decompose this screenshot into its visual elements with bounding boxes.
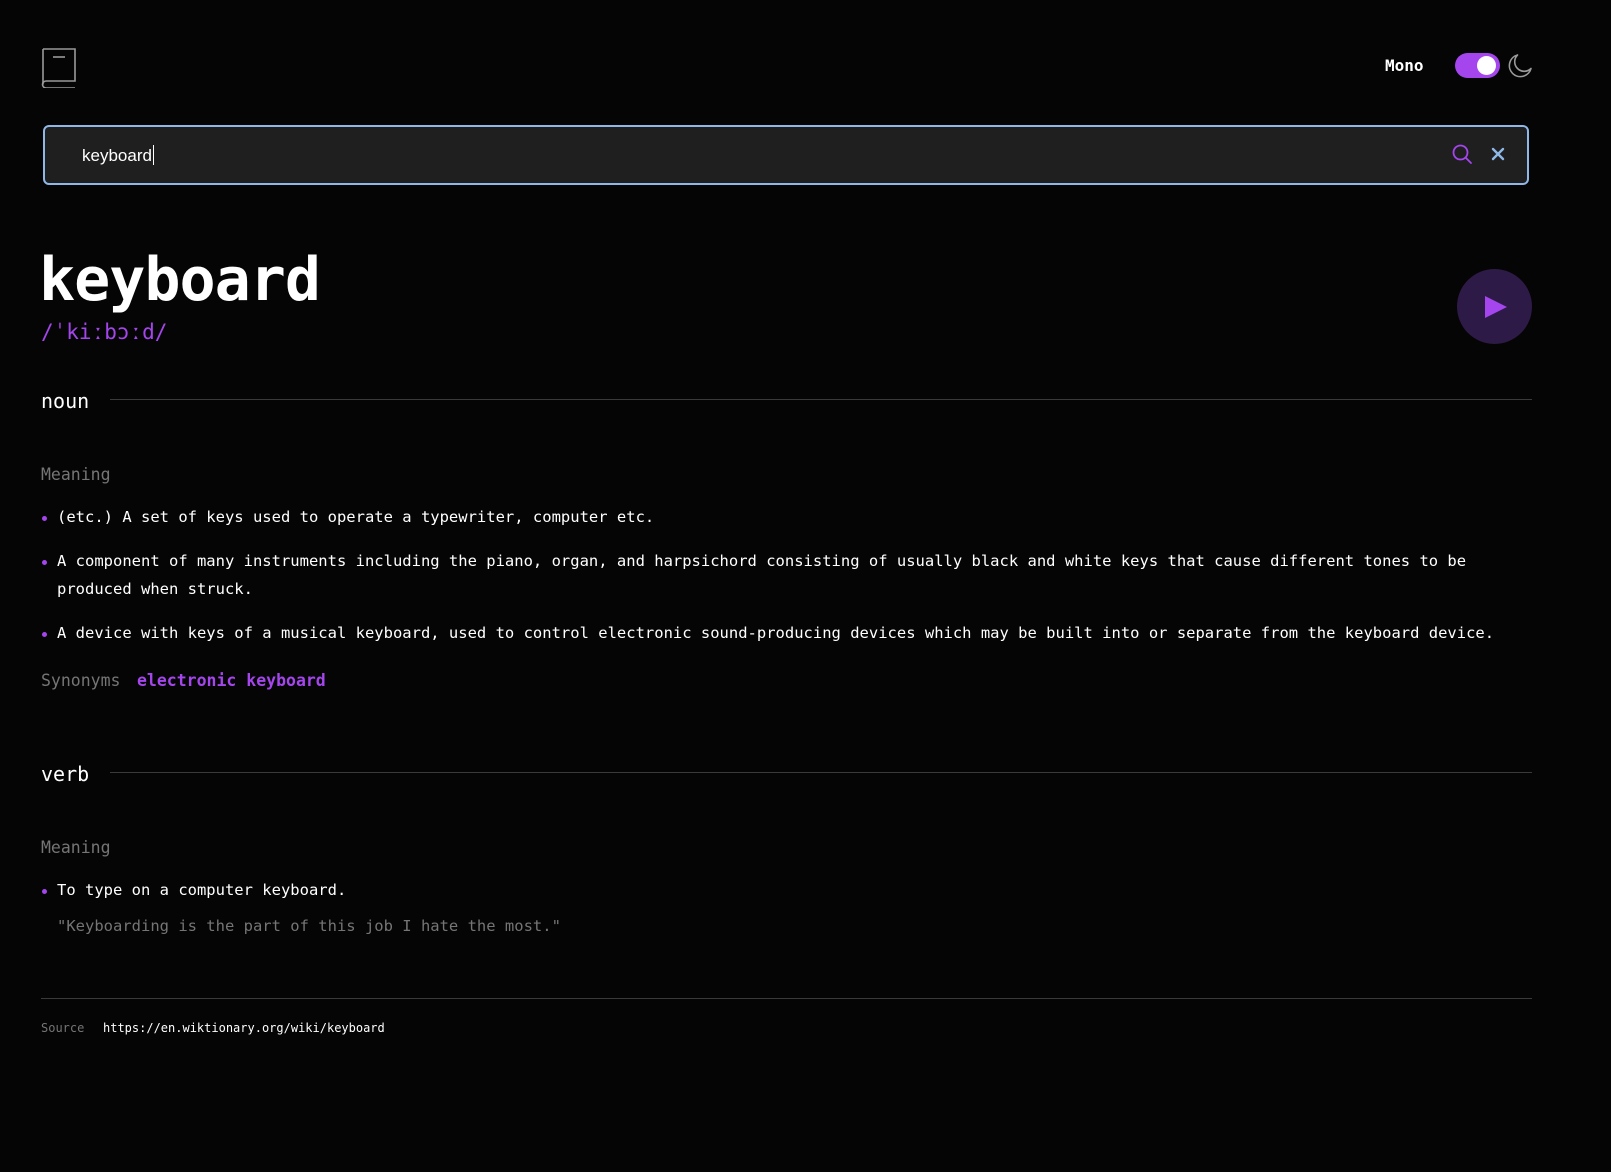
- toggle-knob: [1477, 56, 1496, 75]
- play-button[interactable]: [1457, 269, 1532, 344]
- moon-icon[interactable]: [1507, 53, 1533, 79]
- definition-item: To type on a computer keyboard.: [41, 876, 1521, 904]
- phonetic: /ˈkiːbɔːd/: [41, 320, 168, 344]
- theme-toggle[interactable]: [1455, 53, 1500, 78]
- close-icon[interactable]: [1489, 145, 1507, 163]
- search-box: keyboard: [43, 125, 1529, 185]
- book-icon[interactable]: [41, 48, 77, 89]
- play-icon: [1485, 296, 1507, 318]
- verb-divider: [110, 772, 1532, 773]
- dictionary-page: Mono keyboard keyboard /ˈkiːbɔːd/ noun M…: [0, 0, 1611, 1172]
- search-icon[interactable]: [1451, 143, 1473, 165]
- definition-item: A component of many instruments includin…: [41, 547, 1521, 603]
- noun-definitions: (etc.) A set of keys used to operate a t…: [41, 503, 1521, 663]
- synonyms-label: Synonyms: [41, 671, 121, 690]
- source-link[interactable]: https://en.wiktionary.org/wiki/keyboard: [103, 1021, 385, 1035]
- font-select[interactable]: Mono: [1385, 56, 1424, 75]
- example-quote: "Keyboarding is the part of this job I h…: [57, 917, 561, 935]
- part-of-speech-noun: noun: [41, 389, 90, 413]
- noun-divider: [110, 399, 1532, 400]
- source-label: Source: [41, 1021, 85, 1035]
- meaning-label: Meaning: [41, 465, 111, 484]
- meaning-label: Meaning: [41, 838, 111, 857]
- part-of-speech-verb: verb: [41, 762, 90, 786]
- synonym-link[interactable]: electronic keyboard: [137, 671, 326, 690]
- definition-item: A device with keys of a musical keyboard…: [41, 619, 1521, 647]
- verb-definitions: To type on a computer keyboard.: [41, 876, 1521, 920]
- word-title: keyboard: [39, 245, 321, 315]
- definition-item: (etc.) A set of keys used to operate a t…: [41, 503, 1521, 531]
- search-input[interactable]: keyboard: [82, 145, 154, 166]
- footer-divider: [41, 998, 1532, 999]
- text-caret: [152, 145, 154, 165]
